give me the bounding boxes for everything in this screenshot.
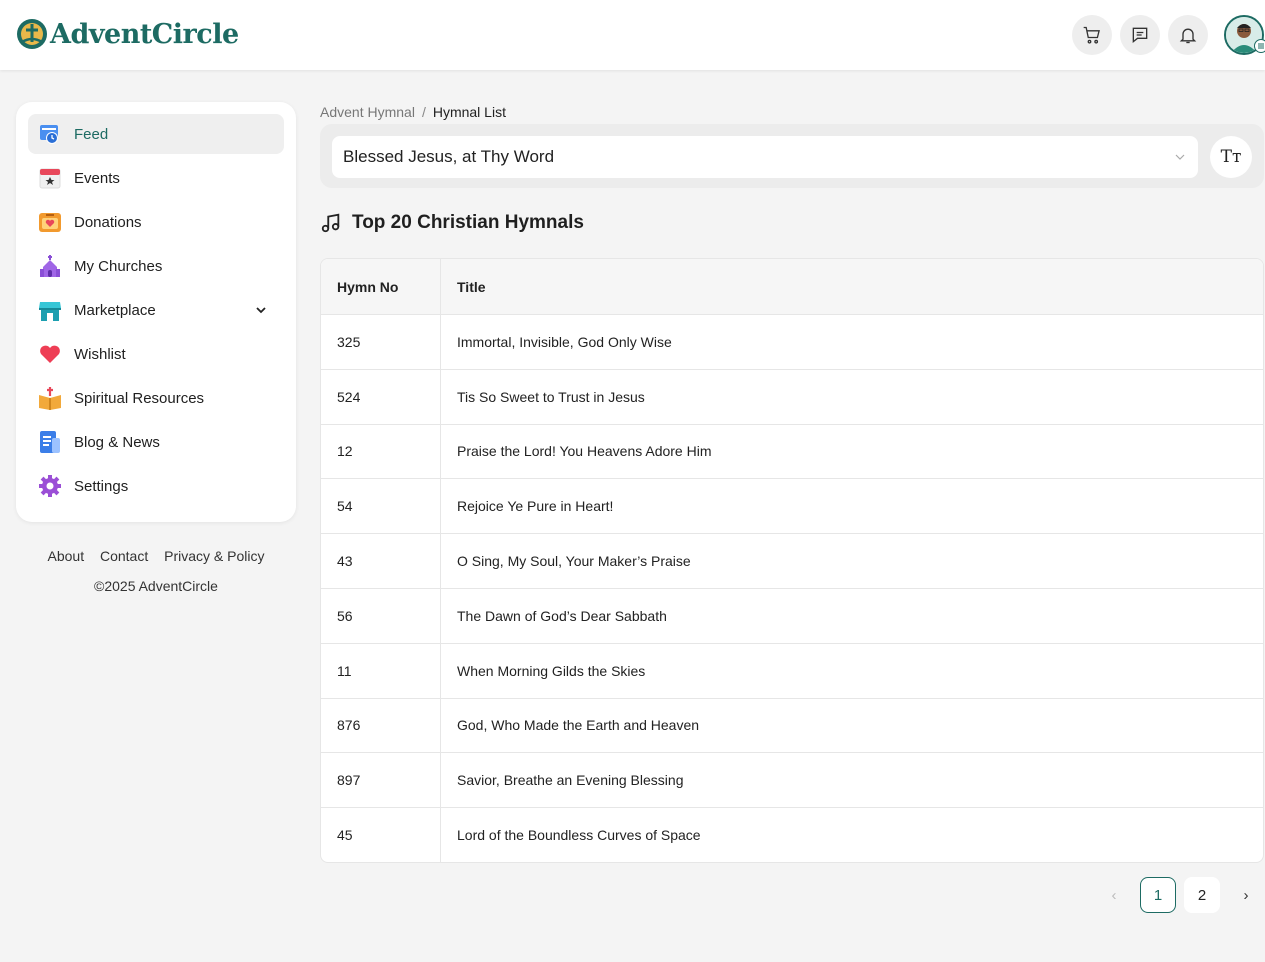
donation-box-icon <box>38 210 62 234</box>
footer: About Contact Privacy & Policy ©2025 Adv… <box>16 548 296 594</box>
music-note-icon <box>321 213 340 233</box>
font-size-button[interactable]: Tт <box>1210 136 1252 178</box>
hymn-number: 897 <box>321 753 441 808</box>
table-row[interactable]: 43 O Sing, My Soul, Your Maker’s Praise <box>321 533 1263 588</box>
column-header-title[interactable]: Title <box>441 259 1263 314</box>
bible-icon <box>38 386 62 410</box>
church-icon <box>38 254 62 278</box>
breadcrumb: Advent Hymnal / Hymnal List <box>320 104 506 120</box>
hymn-title: Rejoice Ye Pure in Heart! <box>457 498 614 515</box>
hymn-number: 56 <box>321 588 441 643</box>
table-row[interactable]: 524 Tis So Sweet to Trust in Jesus <box>321 368 1263 424</box>
hymn-number: 325 <box>321 315 441 369</box>
sidebar-item-blog-news[interactable]: Blog & News <box>28 422 284 462</box>
store-icon <box>38 298 62 322</box>
breadcrumb-parent[interactable]: Advent Hymnal <box>320 104 415 120</box>
pagination-next-button[interactable]: › <box>1228 877 1264 913</box>
contact-link[interactable]: Contact <box>100 548 148 564</box>
message-icon <box>1132 27 1148 44</box>
brand-name: AdventCircle <box>50 18 239 50</box>
cart-icon <box>1083 26 1100 44</box>
sidebar-item-label: Settings <box>74 477 129 495</box>
hymn-select-value: Blessed Jesus, at Thy Word <box>343 147 555 166</box>
about-link[interactable]: About <box>48 548 85 564</box>
column-header-hymn-no[interactable]: Hymn No <box>321 259 441 314</box>
sidebar-item-settings[interactable]: Settings <box>28 466 284 506</box>
hymn-title: God, Who Made the Earth and Heaven <box>457 717 700 734</box>
sidebar-item-label: Feed <box>74 125 109 143</box>
hymn-number: 43 <box>321 534 441 588</box>
table-row[interactable]: 876 God, Who Made the Earth and Heaven <box>321 697 1263 753</box>
privacy-link[interactable]: Privacy & Policy <box>164 548 264 564</box>
table-row[interactable]: 45 Lord of the Boundless Curves of Space <box>321 807 1263 862</box>
hymn-selector-bar: Blessed Jesus, at Thy Word Tт <box>320 124 1264 188</box>
pagination-page-1[interactable]: 1 <box>1140 877 1176 913</box>
hymn-number: 876 <box>321 698 441 753</box>
pagination-prev-button[interactable]: ‹ <box>1096 877 1132 913</box>
bell-icon <box>1179 28 1197 44</box>
notifications-button[interactable] <box>1168 15 1208 55</box>
hymn-title: Immortal, Invisible, God Only Wise <box>457 333 672 350</box>
hymn-title: The Dawn of God’s Dear Sabbath <box>457 607 667 624</box>
hymn-title: Lord of the Boundless Curves of Space <box>457 827 701 844</box>
document-icon <box>38 430 62 454</box>
table-row[interactable]: 54 Rejoice Ye Pure in Heart! <box>321 478 1263 534</box>
sidebar-item-spiritual-resources[interactable]: Spiritual Resources <box>28 378 284 418</box>
page-title: Top 20 Christian Hymnals <box>352 212 584 233</box>
table-row[interactable]: 897 Savior, Breathe an Evening Blessing <box>321 752 1263 808</box>
sidebar-item-events[interactable]: Events <box>28 158 284 198</box>
hymn-title: Savior, Breathe an Evening Blessing <box>457 772 684 789</box>
table-row[interactable]: 56 The Dawn of God’s Dear Sabbath <box>321 587 1263 643</box>
heart-icon <box>38 342 62 366</box>
sidebar-item-my-churches[interactable]: My Churches <box>28 246 284 286</box>
sidebar-item-label: Spiritual Resources <box>74 389 205 407</box>
hymn-number: 12 <box>321 424 441 479</box>
hymn-number: 45 <box>321 808 441 862</box>
cart-button[interactable] <box>1072 15 1112 55</box>
hymn-number: 54 <box>321 479 441 534</box>
sidebar-item-donations[interactable]: Donations <box>28 202 284 242</box>
sidebar-item-label: Blog & News <box>74 433 160 451</box>
chevron-down-icon[interactable] <box>254 303 268 317</box>
hymn-number: 524 <box>321 369 441 424</box>
sidebar-item-marketplace[interactable]: Marketplace <box>28 290 284 330</box>
sidebar: Feed Events Donations My Churches Market… <box>16 102 296 522</box>
sidebar-item-feed[interactable]: Feed <box>28 114 284 154</box>
sidebar-item-label: Events <box>74 169 120 187</box>
sidebar-item-label: My Churches <box>74 257 163 275</box>
copyright: ©2025 AdventCircle <box>94 578 218 594</box>
sidebar-item-label: Wishlist <box>74 345 126 363</box>
section-heading: Top 20 Christian Hymnals <box>320 212 584 234</box>
pagination-page-2[interactable]: 2 <box>1184 877 1220 913</box>
table-header: Hymn No Title <box>321 259 1263 314</box>
sidebar-item-wishlist[interactable]: Wishlist <box>28 334 284 374</box>
breadcrumb-current: Hymnal List <box>432 104 506 120</box>
table-row[interactable]: 12 Praise the Lord! You Heavens Adore Him <box>321 423 1263 479</box>
gear-icon <box>38 474 62 498</box>
hymn-title: When Morning Gilds the Skies <box>457 662 646 679</box>
top-header: AdventCircle <box>0 0 1265 70</box>
hymn-number: 11 <box>321 643 441 698</box>
brand-logo[interactable]: AdventCircle <box>16 18 239 50</box>
sidebar-item-label: Donations <box>74 213 142 231</box>
font-size-icon: Tт <box>1220 147 1242 167</box>
hymn-select[interactable]: Blessed Jesus, at Thy Word <box>332 136 1198 178</box>
sidebar-item-label: Marketplace <box>74 301 156 319</box>
menu-badge-icon[interactable] <box>1254 39 1265 53</box>
table-row[interactable]: 11 When Morning Gilds the Skies <box>321 642 1263 698</box>
feed-icon <box>38 122 62 146</box>
hymn-table: Hymn No Title 325 Immortal, Invisible, Go… <box>320 258 1264 863</box>
breadcrumb-separator: / <box>421 104 426 120</box>
hymn-title: O Sing, My Soul, Your Maker’s Praise <box>457 553 691 570</box>
calendar-icon <box>38 166 62 190</box>
logo-icon <box>17 19 47 49</box>
hymn-title: Tis So Sweet to Trust in Jesus <box>457 388 645 405</box>
chevron-down-icon <box>1175 154 1185 160</box>
table-row[interactable]: 325 Immortal, Invisible, God Only Wise <box>321 314 1263 369</box>
messages-button[interactable] <box>1120 15 1160 55</box>
hymn-title: Praise the Lord! You Heavens Adore Him <box>457 443 712 460</box>
